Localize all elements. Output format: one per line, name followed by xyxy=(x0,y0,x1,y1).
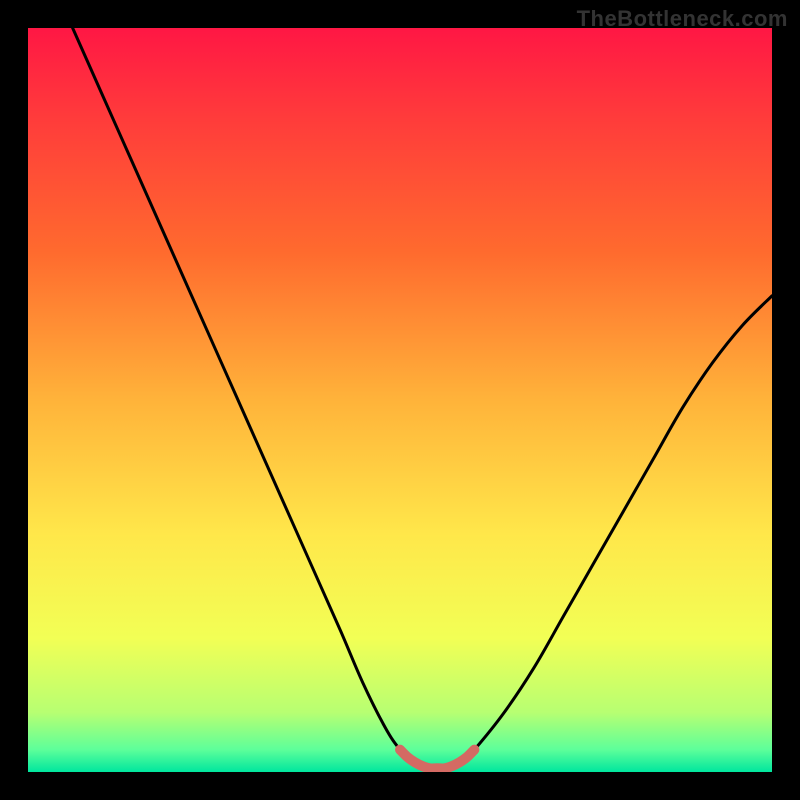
bottleneck-chart xyxy=(28,28,772,772)
plot-area xyxy=(28,28,772,772)
gradient-background xyxy=(28,28,772,772)
chart-container: TheBottleneck.com xyxy=(0,0,800,800)
watermark-label: TheBottleneck.com xyxy=(577,6,788,32)
